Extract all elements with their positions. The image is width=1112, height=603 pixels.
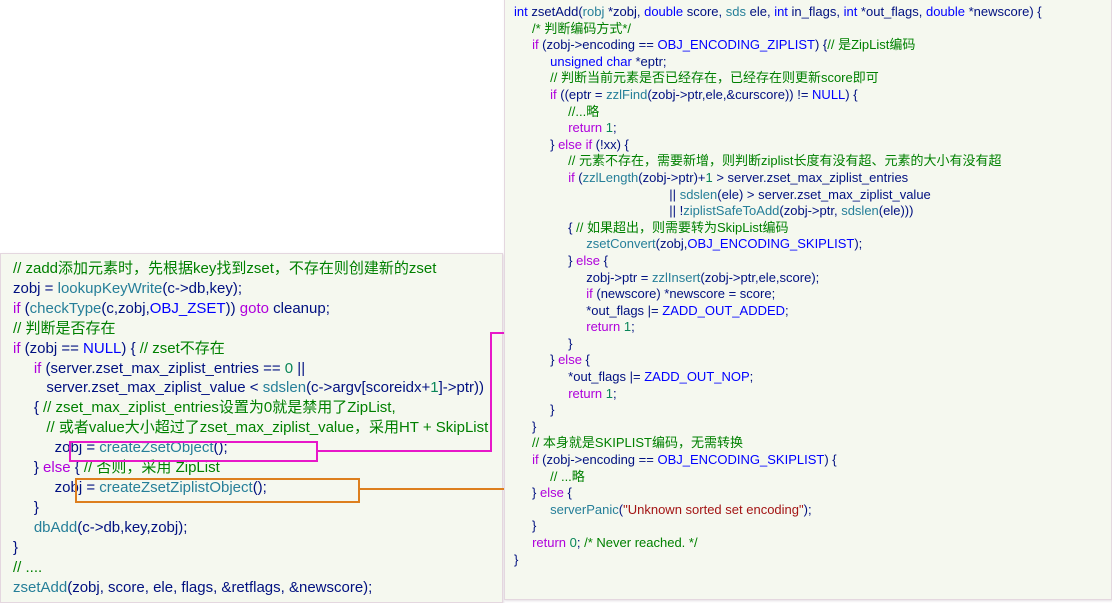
code-line: } else { bbox=[514, 485, 1111, 502]
code-line: return 1; bbox=[514, 319, 1111, 336]
code-line: } else { bbox=[514, 352, 1111, 369]
code-line: if (zobj->encoding == OBJ_ENCODING_SKIPL… bbox=[514, 452, 1111, 469]
code-line: zobj->ptr = zzlInsert(zobj->ptr,ele,scor… bbox=[514, 270, 1111, 287]
left-code-panel: // zadd添加元素时，先根据key找到zset，不存在则创建新的zsetzo… bbox=[0, 253, 503, 603]
code-line: || sdslen(ele) > server.zset_max_ziplist… bbox=[514, 187, 1111, 204]
code-line: if (zobj == NULL) { // zset不存在 bbox=[13, 339, 502, 359]
code-line: } bbox=[514, 336, 1111, 353]
right-code-panel: int zsetAdd(robj *zobj, double score, sd… bbox=[504, 0, 1112, 600]
code-line: if (checkType(c,zobj,OBJ_ZSET)) goto cle… bbox=[13, 299, 502, 319]
code-line: // 本身就是SKIPLIST编码，无需转换 bbox=[514, 435, 1111, 452]
code-line: } else if (!xx) { bbox=[514, 137, 1111, 154]
code-line: if (server.zset_max_ziplist_entries == 0… bbox=[13, 359, 502, 379]
code-line: *out_flags |= ZADD_OUT_NOP; bbox=[514, 369, 1111, 386]
code-line: } bbox=[514, 402, 1111, 419]
code-line: { // 如果超出，则需要转为SkipList编码 bbox=[514, 220, 1111, 237]
code-line: //...略 bbox=[514, 104, 1111, 121]
code-line: *out_flags |= ZADD_OUT_ADDED; bbox=[514, 303, 1111, 320]
code-line: // ...略 bbox=[514, 469, 1111, 486]
code-line: // 判断当前元素是否已经存在，已经存在则更新score即可 bbox=[514, 70, 1111, 87]
code-line: zsetAdd(zobj, score, ele, flags, &retfla… bbox=[13, 578, 502, 598]
code-line: return 0; /* Never reached. */ bbox=[514, 535, 1111, 552]
code-line: serverPanic("Unknown sorted set encoding… bbox=[514, 502, 1111, 519]
code-line: || !ziplistSafeToAdd(zobj->ptr, sdslen(e… bbox=[514, 203, 1111, 220]
code-line: } else { bbox=[514, 253, 1111, 270]
code-line: } bbox=[514, 518, 1111, 535]
code-line: zobj = lookupKeyWrite(c->db,key); bbox=[13, 279, 502, 299]
code-line: } bbox=[514, 419, 1111, 436]
code-line: } bbox=[514, 552, 1111, 569]
code-line: return 1; bbox=[514, 120, 1111, 137]
code-line: if (zzlLength(zobj->ptr)+1 > server.zset… bbox=[514, 170, 1111, 187]
code-line: // 或者value大小超过了zset_max_ziplist_value，采用… bbox=[13, 418, 502, 438]
code-line: unsigned char *eptr; bbox=[514, 54, 1111, 71]
code-line: // 元素不存在，需要新增，则判断ziplist长度有没有超、元素的大小有没有超 bbox=[514, 153, 1111, 170]
code-line: { // zset_max_ziplist_entries设置为0就是禁用了Zi… bbox=[13, 398, 502, 418]
code-line: int zsetAdd(robj *zobj, double score, sd… bbox=[514, 4, 1111, 21]
code-line: server.zset_max_ziplist_value < sdslen(c… bbox=[13, 378, 502, 398]
highlight-box-createZsetObject bbox=[69, 441, 318, 462]
connector-pink-horizontal-from-box bbox=[316, 450, 492, 452]
code-line: // zadd添加元素时，先根据key找到zset，不存在则创建新的zset bbox=[13, 259, 502, 279]
code-line: /* 判断编码方式*/ bbox=[514, 21, 1111, 38]
code-line: return 1; bbox=[514, 386, 1111, 403]
highlight-box-createZsetZiplistObject bbox=[75, 478, 360, 503]
code-line: // 判断是否存在 bbox=[13, 319, 502, 339]
code-line: } bbox=[13, 538, 502, 558]
code-line: if ((eptr = zzlFind(zobj->ptr,ele,&cursc… bbox=[514, 87, 1111, 104]
code-line: if (zobj->encoding == OBJ_ENCODING_ZIPLI… bbox=[514, 37, 1111, 54]
code-line: dbAdd(c->db,key,zobj); bbox=[13, 518, 502, 538]
connector-orange-to-right-panel bbox=[358, 488, 504, 490]
code-notes-page: { "colors": { "page-bg": "#ffffff", "pan… bbox=[0, 0, 1112, 594]
code-line: zsetConvert(zobj,OBJ_ENCODING_SKIPLIST); bbox=[514, 236, 1111, 253]
code-line: if (newscore) *newscore = score; bbox=[514, 286, 1111, 303]
code-line: // .... bbox=[13, 558, 502, 578]
connector-pink-to-right-panel bbox=[490, 332, 504, 334]
connector-pink-vertical bbox=[490, 332, 492, 452]
